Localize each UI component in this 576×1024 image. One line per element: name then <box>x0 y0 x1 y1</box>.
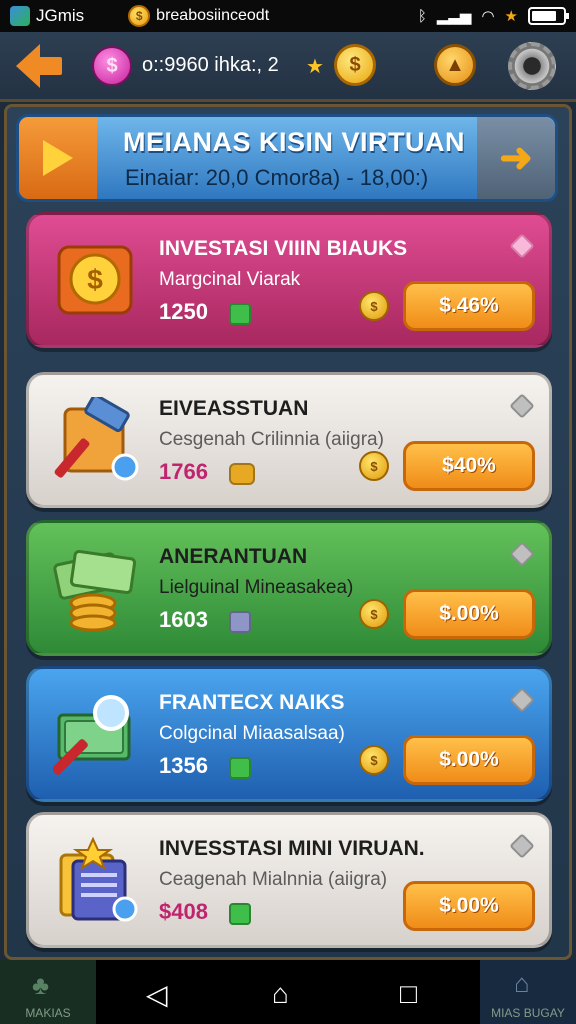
bell-icon: ▲ <box>445 53 465 76</box>
gem-coin-icon[interactable]: $ <box>92 46 132 86</box>
card-title: EIVEASSTUAN <box>159 397 309 420</box>
investment-card[interactable]: $ INVESTASI VIIIN BIAUKS Margcinal Viara… <box>26 212 552 348</box>
arrow-right-icon: ➜ <box>499 136 533 180</box>
status-app-title: JGmis <box>36 6 85 25</box>
featured-banner: MEIANAS KISIN VIRTUAN Einaiar: 20,0 Cmor… <box>16 114 558 202</box>
bluetooth-icon: ᛒ <box>417 7 427 25</box>
signal-icon: ▂▃▅ <box>436 8 472 25</box>
card-subtitle: Cesgenah Crilinnia (aiigra) <box>159 429 384 450</box>
coin-icon: $ <box>128 5 151 27</box>
back-arrow-icon <box>16 44 40 88</box>
investment-card[interactable]: INVESSTASI MINI VIRUAN. Ceagenah Mialnni… <box>26 812 552 948</box>
invest-button[interactable]: $.00% <box>403 735 535 785</box>
status-url: breabosiinceodt <box>156 7 270 24</box>
card-subtitle: Margcinal Viarak <box>159 269 301 290</box>
diamond-icon <box>509 687 535 713</box>
nav-right-tab[interactable]: ⌂ MIAS BUGAY <box>480 960 576 1024</box>
nav-left-tab[interactable]: ♣ MAKIAS <box>0 960 96 1024</box>
system-nav-bar: ♣ MAKIAS ◁ ⌂ □ ⌂ MIAS BUGAY <box>0 960 576 1024</box>
nav-back-icon[interactable]: ◁ <box>146 978 168 1011</box>
gold-coin-icon[interactable]: $ <box>334 44 376 86</box>
invest-button[interactable]: $40% <box>403 441 535 491</box>
coin-icon: $ <box>359 451 389 481</box>
top-bar: $ o::9960 ihka:, 2 ★ $ ▲ <box>0 32 576 102</box>
card-price: 1603 <box>159 607 208 632</box>
card-title: INVESTASI VIIIN BIAUKS <box>159 237 408 260</box>
card-price: 1766 <box>159 459 208 484</box>
banner-prev-button[interactable] <box>19 117 97 199</box>
star-icon: ★ <box>306 56 324 78</box>
play-arrow-icon <box>43 140 73 176</box>
document-star-icon <box>53 836 139 923</box>
gold-coin-crate-icon: $ <box>53 237 139 323</box>
gem-cube-icon <box>229 757 251 779</box>
nav-home-icon[interactable]: ⌂ <box>272 978 289 1010</box>
diamond-icon <box>509 833 535 859</box>
wifi-icon: ◠ <box>481 8 495 25</box>
nav-right-label: MIAS BUGAY <box>491 1006 565 1020</box>
invest-button[interactable]: $.00% <box>403 881 535 931</box>
banner-subtitle: Einaiar: 20,0 Cmor8a) - 18,00:) <box>125 165 429 190</box>
coin-icon: $ <box>359 599 389 629</box>
gem-cube-icon <box>229 303 251 325</box>
app-icon <box>10 6 30 26</box>
banner-next-button[interactable]: ➜ <box>477 117 555 199</box>
diamond-icon <box>509 233 535 259</box>
star-icon: ★ <box>504 8 518 25</box>
nav-recents-icon[interactable]: □ <box>400 978 417 1010</box>
banner-title: MEIANAS KISIN VIRTUAN <box>123 127 466 157</box>
balance-text: o::9960 ihka:, 2 <box>142 54 279 76</box>
card-title: ANERANTUAN <box>159 545 308 568</box>
card-subtitle: Colgcinal Miaasalsaa) <box>159 723 345 744</box>
card-subtitle: Lielguinal Mineasakea) <box>159 577 354 598</box>
back-button[interactable] <box>16 44 64 88</box>
status-indicators: ᛒ ▂▃▅ ◠ ★ <box>417 7 569 25</box>
notification-button[interactable]: ▲ <box>434 44 476 86</box>
nav-left-label: MAKIAS <box>25 1006 71 1020</box>
diamond-icon <box>509 393 535 419</box>
card-title: FRANTECX NAIKS <box>159 691 345 714</box>
investment-card[interactable]: EIVEASSTUAN Cesgenah Crilinnia (aiigra) … <box>26 372 552 508</box>
cash-stack-icon <box>53 545 139 632</box>
card-price: 1356 <box>159 753 208 778</box>
card-subtitle: Ceagenah Mialnnia (aiigra) <box>159 869 388 890</box>
card-title: INVESSTASI MINI VIRUAN. <box>159 837 425 860</box>
coin-icon: $ <box>359 745 389 775</box>
card-price: 1250 <box>159 299 208 324</box>
invest-button[interactable]: $.46% <box>403 281 535 331</box>
house-icon: ⌂ <box>514 968 530 998</box>
status-bar: JGmis $ breabosiinceodt ᛒ ▂▃▅ ◠ ★ <box>0 0 576 32</box>
coin-stack-icon <box>229 463 255 485</box>
diamond-icon <box>509 541 535 567</box>
svg-text:$: $ <box>87 264 103 295</box>
card-price: $408 <box>159 899 208 924</box>
hammer-scroll-icon <box>53 393 139 483</box>
gem-cube-icon <box>229 611 251 633</box>
gem-cube-icon <box>229 903 251 925</box>
settings-gear-icon[interactable] <box>508 42 556 90</box>
tree-icon: ♣ <box>32 970 50 1000</box>
coin-icon: $ <box>359 291 389 321</box>
investment-card[interactable]: FRANTECX NAIKS Colgcinal Miaasalsaa) 135… <box>26 666 552 802</box>
investment-card[interactable]: ANERANTUAN Lielguinal Mineasakea) 1603 $… <box>26 520 552 656</box>
cash-magnifier-icon <box>52 691 139 777</box>
battery-icon <box>528 7 569 25</box>
invest-button[interactable]: $.00% <box>403 589 535 639</box>
